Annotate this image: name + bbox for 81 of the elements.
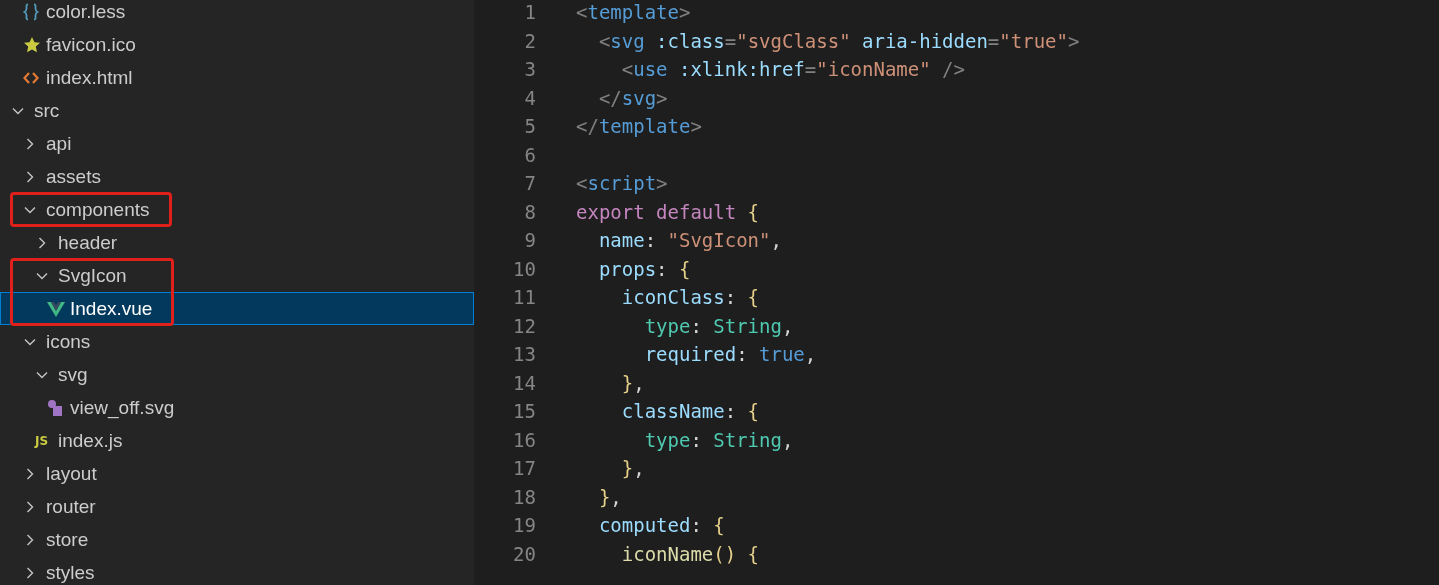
file-name: favicon.ico	[46, 33, 136, 56]
line-number: 10	[512, 257, 536, 280]
file-name: index.html	[46, 66, 133, 89]
file-name: index.js	[58, 429, 123, 452]
folder-name: layout	[46, 462, 97, 485]
folder-name: api	[46, 132, 72, 155]
file-name: Index.vue	[70, 297, 153, 320]
code-line: },	[620, 371, 645, 394]
line-number: 7	[523, 172, 536, 195]
star-icon	[23, 35, 41, 54]
line-number: 11	[512, 286, 536, 309]
folder-name: router	[46, 495, 96, 518]
code-line: <svg :class="svgClass" aria-hidden="true">	[597, 29, 1080, 52]
folder-row[interactable]: router	[0, 490, 474, 523]
code-line: },	[597, 485, 622, 508]
folder-row[interactable]: store	[0, 523, 474, 556]
file-name: color.less	[46, 0, 126, 23]
folder-row[interactable]: api	[0, 127, 474, 160]
line-number: 18	[512, 485, 536, 508]
line-number: 6	[523, 143, 536, 166]
js-file-icon: JS	[35, 434, 49, 447]
folder-name: SvgIcon	[58, 264, 127, 287]
code-line: </template>	[576, 115, 702, 138]
folder-name: components	[46, 198, 150, 221]
v-shape-icon	[47, 300, 65, 317]
code-line: },	[620, 457, 645, 480]
file-row[interactable]: index.html	[0, 61, 474, 94]
file-row[interactable]: color.less	[0, 0, 474, 28]
line-number: 17	[512, 457, 536, 480]
folder-row[interactable]: assets	[0, 160, 474, 193]
code-line: </svg>	[597, 86, 668, 109]
file-row[interactable]: view_off.svg	[0, 391, 474, 424]
folder-row[interactable]: svg	[0, 358, 474, 391]
folder-name: icons	[46, 330, 91, 353]
folder-name: assets	[46, 165, 101, 188]
code-line: iconClass: {	[620, 286, 760, 309]
folder-name: header	[58, 231, 118, 254]
code-line: iconName() {	[620, 542, 760, 565]
line-number: 15	[512, 400, 536, 423]
line-number: 14	[512, 371, 536, 394]
code-line: <use :xlink:href="iconName" />	[620, 58, 965, 81]
braces-icon	[23, 2, 39, 21]
folder-name: store	[46, 528, 89, 551]
folder-row[interactable]: icons	[0, 325, 474, 358]
code-line: required: true,	[643, 343, 817, 366]
folder-name: svg	[58, 363, 88, 386]
line-number: 19	[512, 514, 536, 537]
folder-row[interactable]: header	[0, 226, 474, 259]
folder-row[interactable]: layout	[0, 457, 474, 490]
line-number: 2	[523, 29, 536, 52]
code-line: className: {	[620, 400, 760, 423]
code-line: props: {	[597, 257, 691, 280]
file-row[interactable]: favicon.ico	[0, 28, 474, 61]
line-number: 9	[523, 229, 536, 252]
file-row[interactable]: Index.vue	[0, 292, 474, 325]
folder-row[interactable]: SvgIcon	[0, 259, 474, 292]
folder-row[interactable]: components	[0, 193, 474, 226]
code-line: <template>	[576, 1, 691, 24]
line-number: 16	[512, 428, 536, 451]
line-number: 1	[523, 1, 536, 24]
file-row[interactable]: JS index.js	[0, 424, 474, 457]
code-line: computed: {	[597, 514, 725, 537]
folder-name: styles	[46, 561, 95, 584]
line-number: 8	[523, 200, 536, 223]
file-name: view_off.svg	[70, 396, 175, 419]
folder-row[interactable]: src	[0, 94, 474, 127]
line-number: 3	[523, 58, 536, 81]
shapes-icon	[47, 398, 63, 417]
code-line: export default {	[576, 200, 760, 223]
code-line: name: "SvgIcon",	[597, 229, 782, 252]
line-number: 20	[512, 542, 536, 565]
line-number: 12	[512, 314, 536, 337]
line-number: 5	[523, 115, 536, 138]
code-line: type: String,	[643, 314, 794, 337]
angle-brackets-icon	[23, 70, 39, 85]
folder-name: src	[34, 99, 60, 122]
line-number: 13	[512, 343, 536, 366]
code-line: type: String,	[643, 428, 794, 451]
folder-row[interactable]: styles	[0, 556, 474, 585]
code-line: <script>	[576, 172, 668, 195]
line-number: 4	[523, 86, 536, 109]
